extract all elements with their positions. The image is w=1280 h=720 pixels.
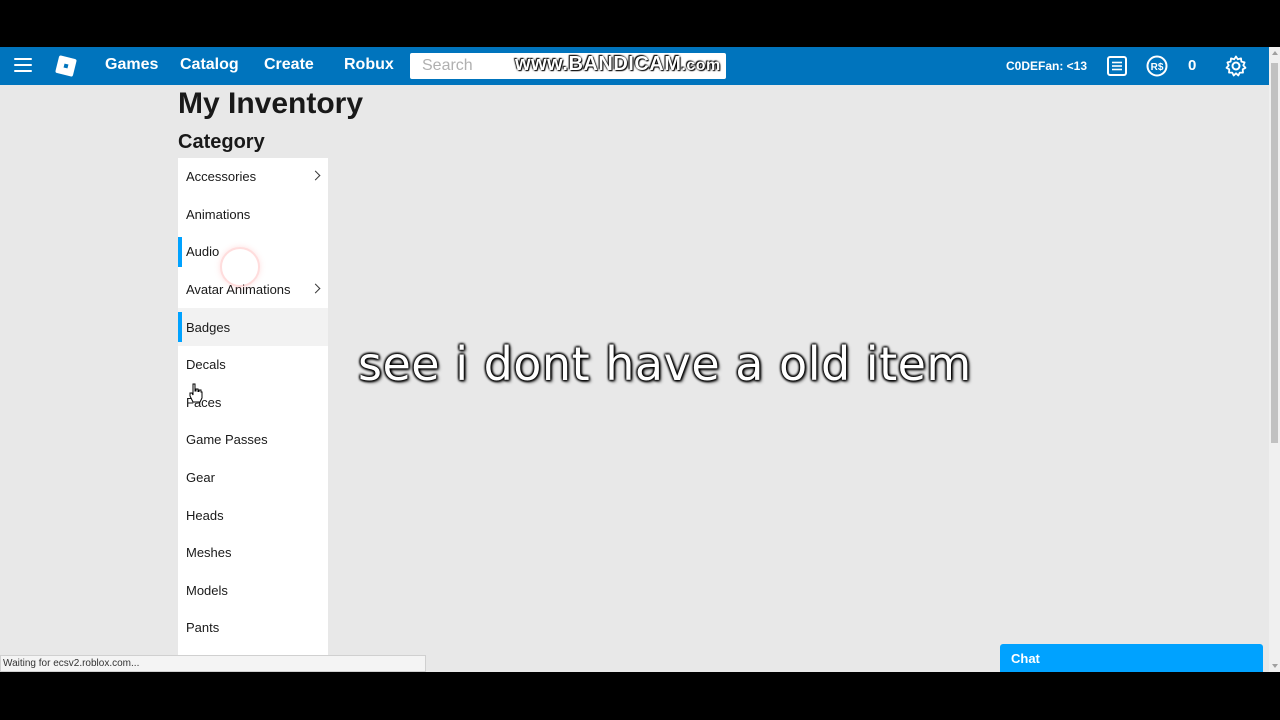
category-label: Accessories: [186, 169, 257, 185]
chevron-right-icon: [310, 283, 321, 294]
category-label: Models: [186, 582, 228, 598]
category-list: Accessories Animations Audio Avatar Anim…: [178, 158, 328, 658]
watermark-suffix: .com: [681, 57, 721, 74]
category-heading: Category: [178, 131, 265, 153]
settings-gear-icon[interactable]: [1225, 55, 1247, 77]
bandicam-watermark: www.BANDICAM.com: [515, 53, 721, 76]
category-game-passes[interactable]: Game Passes: [178, 421, 328, 459]
top-navigation-bar: Games Catalog Create Robux www.BANDICAM.…: [0, 47, 1269, 85]
browser-status-bar: Waiting for ecsv2.roblox.com...: [0, 655, 426, 672]
category-label: Meshes: [186, 545, 232, 561]
robux-icon[interactable]: R$: [1146, 55, 1168, 77]
category-meshes[interactable]: Meshes: [178, 534, 328, 572]
scroll-up-arrow-icon[interactable]: [1272, 51, 1278, 55]
category-accessories[interactable]: Accessories: [178, 158, 328, 196]
hand-cursor-icon: [189, 383, 203, 403]
chat-button[interactable]: Chat: [1000, 644, 1263, 672]
chevron-right-icon: [310, 170, 321, 181]
video-caption: see i dont have a old item: [358, 337, 972, 391]
scrollbar-thumb[interactable]: [1271, 63, 1278, 443]
watermark-text: www.BANDICAM: [515, 53, 682, 75]
page-title: My Inventory: [178, 87, 364, 120]
category-animations[interactable]: Animations: [178, 196, 328, 234]
svg-text:R$: R$: [1151, 62, 1164, 73]
category-badges[interactable]: Badges: [178, 308, 328, 346]
browser-viewport: Games Catalog Create Robux www.BANDICAM.…: [0, 47, 1280, 672]
category-label: Decals: [186, 357, 226, 373]
nav-robux[interactable]: Robux: [344, 56, 394, 74]
category-gear[interactable]: Gear: [178, 459, 328, 497]
nav-games[interactable]: Games: [105, 56, 158, 74]
category-models[interactable]: Models: [178, 572, 328, 610]
category-label: Game Passes: [186, 432, 268, 448]
category-pants[interactable]: Pants: [178, 609, 328, 647]
scroll-down-arrow-icon[interactable]: [1272, 664, 1278, 668]
nav-create[interactable]: Create: [264, 56, 314, 74]
category-label: Animations: [186, 206, 251, 222]
username-label[interactable]: C0DEFan: <13: [1006, 59, 1087, 73]
category-label: Badges: [186, 319, 231, 335]
category-decals[interactable]: Decals: [178, 346, 328, 384]
category-heads[interactable]: Heads: [178, 496, 328, 534]
category-label: Pants: [186, 620, 220, 636]
click-highlight-ring: [220, 247, 260, 287]
robux-balance[interactable]: 0: [1188, 57, 1196, 74]
messages-icon[interactable]: [1106, 55, 1128, 77]
category-label: Gear: [186, 470, 215, 486]
nav-catalog[interactable]: Catalog: [180, 56, 239, 74]
page-scrollbar[interactable]: [1269, 47, 1280, 672]
menu-icon[interactable]: [14, 58, 32, 74]
category-label: Heads: [186, 507, 224, 523]
roblox-logo-icon[interactable]: [55, 55, 77, 77]
category-label: Audio: [186, 244, 220, 260]
